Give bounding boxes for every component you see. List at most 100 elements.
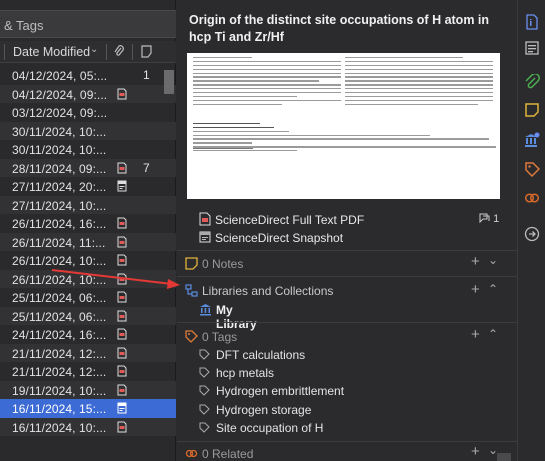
attachment-count-value: 1 xyxy=(493,213,500,225)
pdf-icon[interactable] xyxy=(117,162,127,174)
section-divider xyxy=(177,441,517,442)
column-header: Date Modified ⌄ xyxy=(0,41,176,63)
date-modified-cell: 26/11/2024, 10:... xyxy=(12,254,107,268)
pdf-icon[interactable] xyxy=(117,236,127,248)
date-modified-cell: 27/11/2024, 20:... xyxy=(12,180,107,194)
pdf-icon[interactable] xyxy=(117,347,127,359)
chevron-down-icon[interactable]: ⌄ xyxy=(90,44,98,55)
table-row[interactable]: 25/11/2024, 06:... xyxy=(0,288,176,307)
table-row[interactable]: 25/11/2024, 06:... xyxy=(0,306,176,325)
table-row[interactable]: 28/11/2024, 09:... 7 xyxy=(0,158,176,177)
date-modified-cell: 26/11/2024, 10:... xyxy=(12,272,107,287)
attachment-label: ScienceDirect Snapshot xyxy=(215,231,344,245)
notes-icon xyxy=(185,257,198,270)
table-row[interactable]: 27/11/2024, 10:... xyxy=(0,195,176,214)
tags-icon[interactable] xyxy=(524,161,540,177)
date-modified-cell: 30/11/2024, 10:... xyxy=(12,124,107,139)
date-modified-cell: 27/11/2024, 10:... xyxy=(12,198,107,213)
table-row[interactable]: 03/12/2024, 09:... xyxy=(0,103,176,122)
notes-count-cell: 1 xyxy=(143,68,150,82)
date-modified-cell: 19/11/2024, 10:... xyxy=(12,383,107,398)
pdf-icon[interactable] xyxy=(117,384,127,396)
date-modified-cell: 21/11/2024, 12:... xyxy=(12,365,107,379)
table-row[interactable]: 16/11/2024, 15:... xyxy=(0,399,176,418)
snapshot-icon[interactable] xyxy=(117,180,127,192)
chevron-down-icon[interactable]: ⌄ xyxy=(488,253,498,267)
section-divider xyxy=(177,276,517,277)
tag-icon xyxy=(185,330,198,343)
table-row[interactable]: 21/11/2024, 12:... xyxy=(0,343,176,362)
notes-icon[interactable] xyxy=(524,102,540,118)
library-label: My Library xyxy=(216,303,257,331)
chevron-up-icon[interactable]: ⌃ xyxy=(488,282,498,296)
add-note-button[interactable]: + xyxy=(471,253,480,270)
table-row[interactable]: 26/11/2024, 16:... xyxy=(0,214,176,233)
tag-label: Hydrogen embrittlement xyxy=(216,384,345,399)
column-separator[interactable] xyxy=(132,44,133,60)
table-row[interactable]: 04/12/2024, 09:... xyxy=(0,84,176,103)
table-row[interactable]: 26/11/2024, 11:... xyxy=(0,232,176,251)
scrollbar-thumb[interactable] xyxy=(164,70,174,94)
pdf-icon[interactable] xyxy=(117,254,127,266)
search-placeholder: & Tags xyxy=(4,18,44,33)
date-modified-cell: 03/12/2024, 09:... xyxy=(12,106,108,120)
notes-count-cell: 7 xyxy=(143,160,150,175)
item-title[interactable]: Origin of the distinct site occupations … xyxy=(189,12,509,46)
column-separator[interactable] xyxy=(4,44,5,60)
pdf-icon[interactable] xyxy=(117,328,127,340)
table-row[interactable]: 30/11/2024, 10:... xyxy=(0,140,176,159)
libraries-collections-icon xyxy=(185,284,198,297)
tags-header-label: 0 Tags xyxy=(202,330,238,344)
tag-icon xyxy=(199,367,210,378)
notes-column-icon[interactable] xyxy=(141,45,152,58)
abstract-icon[interactable] xyxy=(524,40,540,56)
item-detail-pane: Origin of the distinct site occupations … xyxy=(177,0,517,461)
pdf-icon xyxy=(199,212,211,226)
date-modified-cell: 25/11/2024, 06:... xyxy=(12,291,107,305)
add-to-collection-button[interactable]: + xyxy=(471,281,480,298)
table-row[interactable]: 19/11/2024, 10:... xyxy=(0,380,176,399)
snapshot-icon[interactable] xyxy=(117,402,127,414)
table-row[interactable]: 04/12/2024, 05:... 1 xyxy=(0,66,176,85)
pdf-icon[interactable] xyxy=(117,291,127,303)
table-row[interactable]: 26/11/2024, 10:... xyxy=(0,251,176,270)
date-modified-cell: 28/11/2024, 09:... xyxy=(12,161,107,176)
related-icon xyxy=(185,449,198,458)
table-row[interactable]: 21/11/2024, 12:... xyxy=(0,362,176,381)
tag-label: Site occupation of H xyxy=(216,420,324,435)
pdf-icon[interactable] xyxy=(117,88,127,100)
attachment-preview[interactable] xyxy=(187,53,500,199)
libraries-icon[interactable] xyxy=(524,132,540,148)
search-bar[interactable]: & Tags xyxy=(0,10,176,38)
tag-icon xyxy=(199,404,210,415)
add-tag-button[interactable]: + xyxy=(471,326,480,343)
library-icon xyxy=(200,304,211,316)
table-row[interactable]: 24/11/2024, 16:... xyxy=(0,325,176,344)
attachment-count: 1 xyxy=(479,213,499,225)
table-row[interactable]: 16/11/2024, 10:... xyxy=(0,417,176,436)
table-row[interactable]: 30/11/2024, 10:... xyxy=(0,121,176,140)
tag-label: hcp metals xyxy=(216,366,275,381)
info-icon[interactable] xyxy=(524,14,540,30)
attachment-column-icon[interactable] xyxy=(114,45,124,58)
pdf-icon[interactable] xyxy=(117,365,127,377)
pdf-icon[interactable] xyxy=(117,273,127,285)
table-row[interactable]: 26/11/2024, 10:... xyxy=(0,269,176,288)
attachments-icon[interactable] xyxy=(524,74,540,90)
column-separator[interactable] xyxy=(106,44,107,60)
tag-icon xyxy=(199,385,210,397)
chevron-up-icon[interactable]: ⌃ xyxy=(488,327,498,341)
pdf-icon[interactable] xyxy=(117,217,127,229)
locate-icon[interactable] xyxy=(524,226,540,242)
pdf-icon[interactable] xyxy=(117,421,127,433)
tag-label: Hydrogen storage xyxy=(216,402,312,417)
tag-icon xyxy=(199,349,210,360)
attachment-label: ScienceDirect Full Text PDF xyxy=(215,213,365,227)
add-related-button[interactable]: + xyxy=(471,443,480,460)
detail-scrollbar[interactable] xyxy=(497,453,511,461)
pdf-icon[interactable] xyxy=(117,310,127,322)
table-row[interactable]: 27/11/2024, 20:... xyxy=(0,177,176,196)
notes-header-label: 0 Notes xyxy=(202,257,244,271)
related-icon[interactable] xyxy=(524,190,540,206)
date-modified-header[interactable]: Date Modified xyxy=(13,45,90,59)
